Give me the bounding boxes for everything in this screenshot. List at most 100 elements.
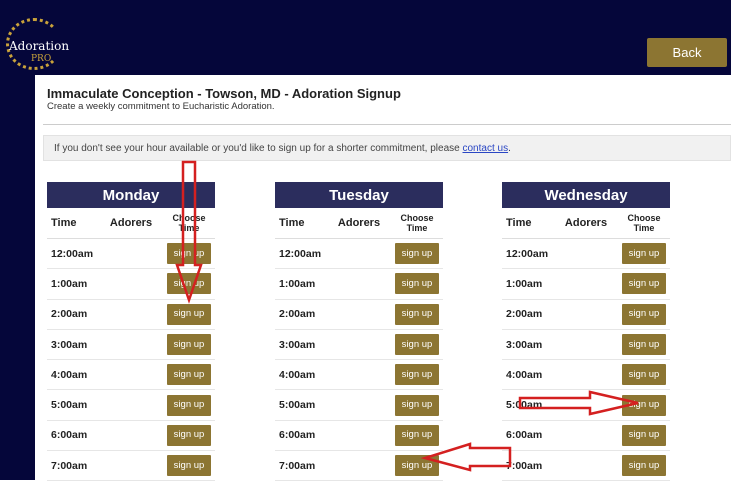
sign-up-button[interactable]: sign up bbox=[622, 455, 666, 477]
time-cell: 2:00am bbox=[279, 308, 316, 321]
choose-cell: sign up bbox=[391, 394, 443, 416]
sign-up-button[interactable]: sign up bbox=[395, 243, 439, 265]
sign-up-button[interactable]: sign up bbox=[167, 455, 211, 477]
sign-up-button[interactable]: sign up bbox=[622, 364, 666, 386]
time-cell: 12:00am bbox=[506, 247, 549, 260]
choose-cell: sign up bbox=[391, 273, 443, 295]
time-cell: 7:00am bbox=[506, 459, 543, 472]
table-row: 4:00am sign up bbox=[47, 360, 215, 391]
sign-up-button[interactable]: sign up bbox=[395, 364, 439, 386]
time-cell: 6:00am bbox=[506, 429, 543, 442]
table-row: 6:00am sign up bbox=[502, 421, 670, 452]
choose-cell: sign up bbox=[618, 394, 670, 416]
column-headers: Time Adorers Choose Time bbox=[502, 208, 670, 239]
day-header: Tuesday bbox=[275, 182, 443, 208]
sign-up-button[interactable]: sign up bbox=[622, 303, 666, 325]
table-row: 3:00am sign up bbox=[275, 330, 443, 361]
adorers-column-header: Adorers bbox=[564, 217, 608, 229]
back-button[interactable]: Back bbox=[647, 38, 727, 67]
table-row: 2:00am sign up bbox=[502, 300, 670, 330]
choose-cell: sign up bbox=[163, 394, 215, 416]
table-row: 5:00am sign up bbox=[275, 390, 443, 421]
table-row: 12:00am sign up bbox=[47, 239, 215, 270]
sign-up-button[interactable]: sign up bbox=[622, 394, 666, 416]
choose-cell: sign up bbox=[391, 455, 443, 477]
time-cell: 7:00am bbox=[51, 459, 88, 472]
left-navigation-bar bbox=[0, 0, 35, 480]
sign-up-button[interactable]: sign up bbox=[622, 273, 666, 295]
choose-cell: sign up bbox=[163, 273, 215, 295]
sign-up-button[interactable]: sign up bbox=[167, 334, 211, 356]
time-cell: 6:00am bbox=[279, 429, 316, 442]
time-cell: 1:00am bbox=[51, 277, 88, 290]
time-cell: 4:00am bbox=[51, 368, 88, 381]
sign-up-button[interactable]: sign up bbox=[395, 455, 439, 477]
table-row: 2:00am sign up bbox=[47, 300, 215, 330]
table-row: 4:00am sign up bbox=[275, 360, 443, 391]
time-column-header: Time bbox=[506, 217, 532, 229]
table-row: 4:00am sign up bbox=[502, 360, 670, 391]
sign-up-button[interactable]: sign up bbox=[167, 273, 211, 295]
day-table-tuesday: Tuesday Time Adorers Choose Time 12:00am sign… bbox=[275, 182, 443, 481]
sign-up-button[interactable]: sign up bbox=[395, 394, 439, 416]
choose-cell: sign up bbox=[163, 455, 215, 477]
time-cell: 5:00am bbox=[279, 399, 316, 412]
notice-box: If you don't see your hour available or … bbox=[43, 135, 731, 161]
sign-up-button[interactable]: sign up bbox=[167, 364, 211, 386]
time-cell: 5:00am bbox=[506, 399, 543, 412]
choose-cell: sign up bbox=[618, 243, 670, 265]
table-row: 7:00am sign up bbox=[47, 451, 215, 481]
sign-up-button[interactable]: sign up bbox=[395, 334, 439, 356]
choose-time-column-header: Choose Time bbox=[172, 213, 206, 233]
top-navigation-bar bbox=[0, 0, 731, 75]
time-cell: 6:00am bbox=[51, 429, 88, 442]
day-table-monday: Monday Time Adorers Choose Time 12:00am sign … bbox=[47, 182, 215, 481]
time-column-header: Time bbox=[51, 217, 77, 229]
sign-up-button[interactable]: sign up bbox=[395, 273, 439, 295]
sign-up-button[interactable]: sign up bbox=[395, 424, 439, 446]
time-cell: 5:00am bbox=[51, 399, 88, 412]
sign-up-button[interactable]: sign up bbox=[167, 424, 211, 446]
time-cell: 2:00am bbox=[506, 308, 543, 321]
table-row: 12:00am sign up bbox=[502, 239, 670, 270]
table-row: 1:00am sign up bbox=[502, 269, 670, 300]
table-row: 5:00am sign up bbox=[502, 390, 670, 421]
contact-us-link[interactable]: contact us bbox=[462, 143, 508, 154]
time-cell: 1:00am bbox=[279, 277, 316, 290]
sign-up-button[interactable]: sign up bbox=[167, 303, 211, 325]
choose-cell: sign up bbox=[163, 243, 215, 265]
logo-text: Adoration bbox=[9, 39, 70, 53]
choose-cell: sign up bbox=[391, 303, 443, 325]
sign-up-button[interactable]: sign up bbox=[622, 243, 666, 265]
choose-cell: sign up bbox=[163, 334, 215, 356]
time-cell: 4:00am bbox=[506, 368, 543, 381]
choose-time-column-header: Choose Time bbox=[400, 213, 434, 233]
sign-up-button[interactable]: sign up bbox=[395, 303, 439, 325]
divider bbox=[43, 124, 731, 125]
day-header: Wednesday bbox=[502, 182, 670, 208]
time-cell: 3:00am bbox=[51, 338, 88, 351]
sign-up-button[interactable]: sign up bbox=[622, 334, 666, 356]
column-headers: Time Adorers Choose Time bbox=[47, 208, 215, 239]
table-row: 6:00am sign up bbox=[47, 421, 215, 452]
adorers-column-header: Adorers bbox=[337, 217, 381, 229]
choose-time-column-header: Choose Time bbox=[627, 213, 661, 233]
table-row: 1:00am sign up bbox=[275, 269, 443, 300]
table-row: 3:00am sign up bbox=[502, 330, 670, 361]
table-row: 12:00am sign up bbox=[275, 239, 443, 270]
choose-cell: sign up bbox=[618, 334, 670, 356]
sign-up-button[interactable]: sign up bbox=[167, 394, 211, 416]
time-cell: 4:00am bbox=[279, 368, 316, 381]
day-table-wednesday: Wednesday Time Adorers Choose Time 12:00am si… bbox=[502, 182, 670, 481]
table-row: 2:00am sign up bbox=[275, 300, 443, 330]
sign-up-button[interactable]: sign up bbox=[167, 243, 211, 265]
adoration-pro-logo[interactable]: Adoration PRO bbox=[6, 18, 70, 70]
table-row: 1:00am sign up bbox=[47, 269, 215, 300]
choose-cell: sign up bbox=[391, 243, 443, 265]
time-cell: 3:00am bbox=[506, 338, 543, 351]
sign-up-button[interactable]: sign up bbox=[622, 424, 666, 446]
time-cell: 2:00am bbox=[51, 308, 88, 321]
time-cell: 1:00am bbox=[506, 277, 543, 290]
notice-text: If you don't see your hour available or … bbox=[54, 143, 463, 154]
time-cell: 12:00am bbox=[51, 247, 94, 260]
